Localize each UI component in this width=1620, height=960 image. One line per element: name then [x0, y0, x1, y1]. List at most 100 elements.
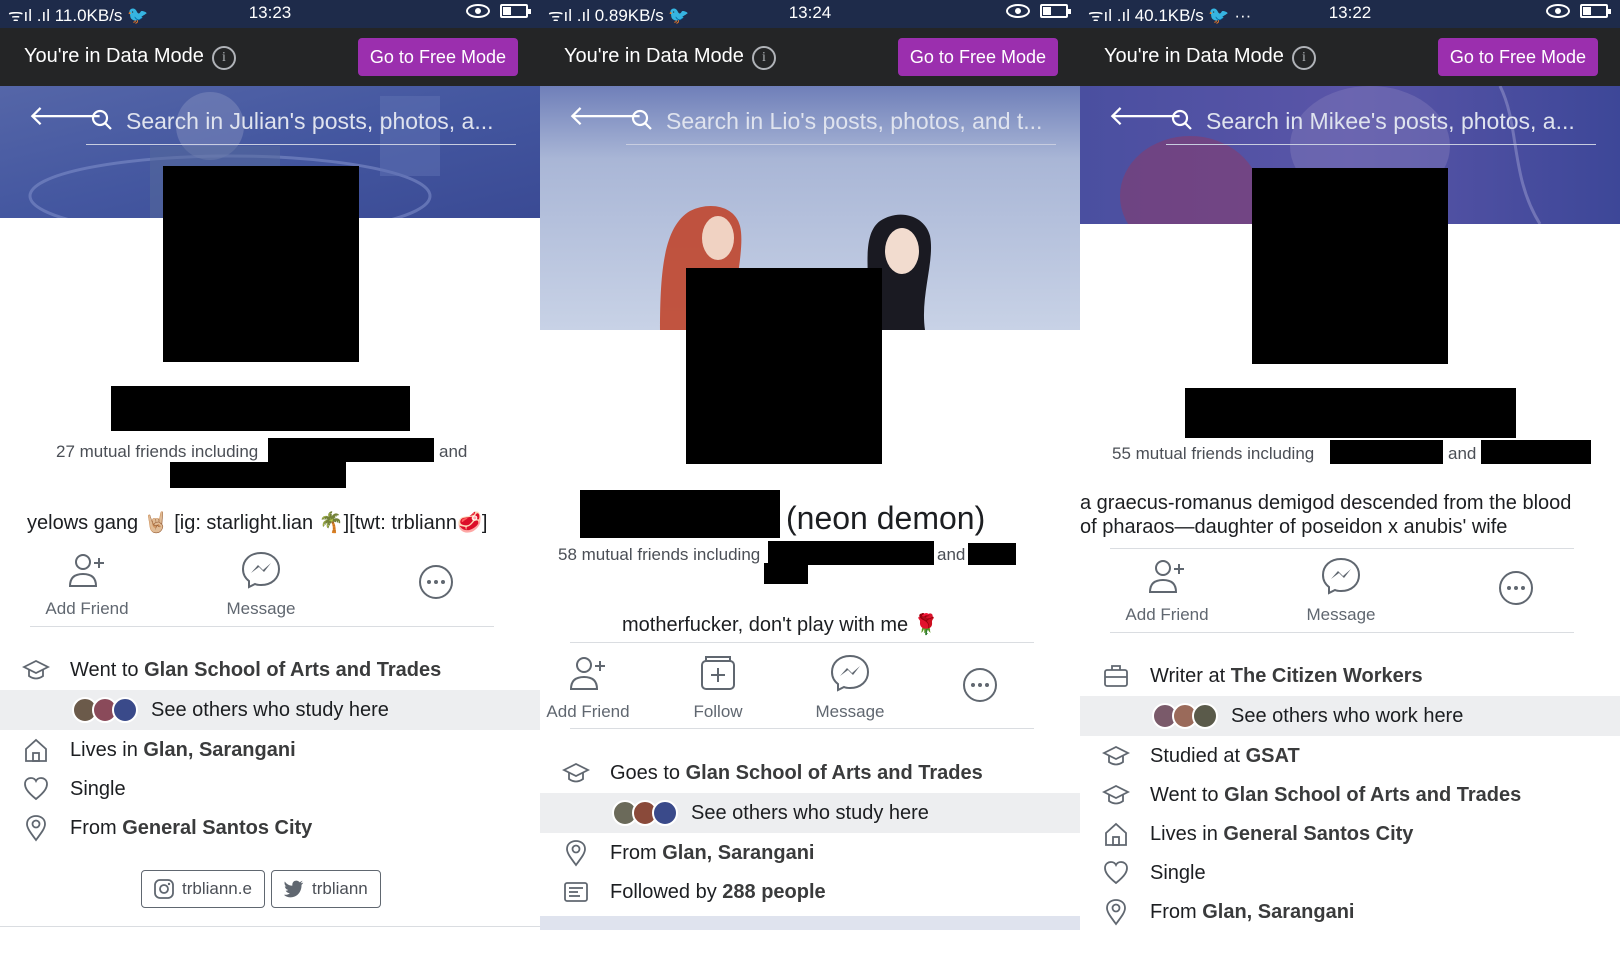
profile-search-bar[interactable]: 🡐 Search in Lio's posts, photos, and t..…: [540, 86, 1080, 148]
mutual-friend-redacted: [764, 563, 808, 584]
see-others-text[interactable]: See others who study here: [691, 802, 929, 825]
message-label: Message: [815, 702, 885, 721]
lives-in-row[interactable]: Lives in General Santos City: [1080, 814, 1620, 854]
divider: [30, 626, 494, 627]
status-bar: ᯤıl .ıl 40.1KB/s 🐦 ··· 13:22: [1080, 0, 1620, 28]
workplace-link[interactable]: The Citizen Workers: [1231, 665, 1423, 687]
city-link[interactable]: Glan, Sarangani: [143, 739, 295, 761]
message-button[interactable]: Message: [802, 653, 898, 722]
message-button[interactable]: Message: [204, 550, 318, 619]
message-button[interactable]: Message: [1284, 556, 1398, 625]
profile-panel-1: ᯤıl .ıl 11.0KB/s 🐦 13:23 You're in Data …: [0, 0, 540, 960]
mutual-friend-redacted: [1330, 440, 1443, 464]
followers-count[interactable]: 288 people: [722, 881, 825, 903]
add-friend-button[interactable]: Add Friend: [540, 653, 636, 722]
work-row[interactable]: Writer at The Citizen Workers: [1080, 656, 1620, 696]
search-input[interactable]: Search in Mikee's posts, photos, a...: [1206, 108, 1596, 135]
twitter-handle: trbliann: [312, 879, 368, 898]
city-link[interactable]: General Santos City: [1223, 823, 1413, 845]
more-options-icon: [1494, 568, 1538, 608]
education-row[interactable]: Went to Glan School of Arts and Trades: [0, 650, 540, 690]
from-row[interactable]: From Glan, Sarangani: [1080, 892, 1620, 932]
coworkers-avatars: [1152, 703, 1218, 729]
mutual-friends-text[interactable]: 55 mutual friends including: [1112, 444, 1314, 464]
see-others-row[interactable]: See others who work here: [1080, 696, 1620, 736]
from-row[interactable]: From Glan, Sarangani: [540, 833, 1080, 873]
clock: 13:22: [1328, 3, 1372, 22]
search-input[interactable]: Search in Lio's posts, photos, and t...: [666, 108, 1056, 135]
hometown-link[interactable]: Glan, Sarangani: [1202, 901, 1354, 923]
mutual-friends-text[interactable]: 58 mutual friends including: [558, 545, 760, 565]
add-friend-button[interactable]: Add Friend: [30, 550, 144, 619]
add-friend-icon: [1145, 556, 1189, 596]
see-others-text[interactable]: See others who study here: [151, 699, 389, 722]
message-label: Message: [1306, 605, 1376, 624]
info-icon[interactable]: i: [212, 46, 236, 70]
twitter-link-button[interactable]: trbliann: [271, 870, 381, 908]
relationship-status: Single: [1150, 862, 1206, 884]
mutual-and-text: and: [937, 545, 966, 564]
lives-in-row[interactable]: Lives in Glan, Sarangani: [0, 730, 540, 770]
go-to-free-mode-button[interactable]: Go to Free Mode: [897, 38, 1058, 76]
data-mode-text: You're in Data Mode: [24, 45, 204, 67]
education-row[interactable]: Went to Glan School of Arts and Trades: [1080, 775, 1620, 815]
messenger-icon: [239, 550, 283, 590]
mutual-and-text: and: [439, 442, 468, 461]
see-others-row[interactable]: See others who study here: [0, 690, 540, 730]
add-friend-label: Add Friend: [1125, 605, 1209, 624]
status-bar: ᯤıl .ıl 11.0KB/s 🐦 13:23: [0, 0, 540, 28]
hometown-link[interactable]: General Santos City: [122, 817, 312, 839]
back-arrow-icon[interactable]: 🡐: [568, 102, 643, 130]
college-link[interactable]: GSAT: [1246, 745, 1300, 767]
see-others-text[interactable]: See others who work here: [1231, 705, 1463, 728]
from-row[interactable]: From General Santos City: [0, 808, 540, 848]
instagram-link-button[interactable]: trbliann.e: [141, 870, 265, 908]
eye-icon: [1006, 4, 1030, 18]
clock: 13:23: [248, 3, 292, 22]
more-options-button[interactable]: [1492, 568, 1540, 617]
status-bar: ᯤıl .ıl 0.89KB/s 🐦 13:24: [540, 0, 1080, 28]
profile-name-redacted: [1185, 388, 1516, 438]
studied-row[interactable]: Studied at GSAT: [1080, 736, 1620, 776]
location-pin-icon: [1102, 898, 1130, 926]
profile-picture-redacted[interactable]: [1252, 168, 1448, 364]
school-link[interactable]: Glan School of Arts and Trades: [1224, 784, 1521, 806]
add-friend-icon: [566, 653, 610, 693]
profile-name-redacted: [111, 386, 410, 431]
messenger-icon: [828, 653, 872, 693]
go-to-free-mode-button[interactable]: Go to Free Mode: [1437, 38, 1598, 76]
section-divider: [540, 916, 1080, 930]
classmates-avatars: [72, 697, 138, 723]
education-row[interactable]: Goes to Glan School of Arts and Trades: [540, 753, 1080, 793]
divider: [570, 728, 1034, 729]
add-friend-button[interactable]: Add Friend: [1110, 556, 1224, 625]
more-options-button[interactable]: [412, 562, 460, 611]
back-arrow-icon[interactable]: 🡐: [28, 102, 103, 130]
school-link[interactable]: Glan School of Arts and Trades: [686, 762, 983, 784]
profile-bio: motherfucker, don't play with me 🌹: [622, 614, 939, 636]
see-others-row[interactable]: See others who study here: [540, 793, 1080, 833]
school-link[interactable]: Glan School of Arts and Trades: [144, 659, 441, 681]
heart-icon: [22, 775, 50, 803]
hometown-link[interactable]: Glan, Sarangani: [662, 842, 814, 864]
info-icon[interactable]: i: [1292, 46, 1316, 70]
profile-picture-redacted[interactable]: [163, 166, 359, 362]
follow-button[interactable]: Follow: [680, 653, 756, 722]
mutual-friends-text[interactable]: 27 mutual friends including: [56, 442, 258, 462]
graduation-cap-icon: [562, 759, 590, 787]
search-input[interactable]: Search in Julian's posts, photos, a...: [126, 108, 516, 135]
search-icon: [630, 108, 654, 132]
back-arrow-icon[interactable]: 🡐: [1108, 102, 1183, 130]
profile-picture-redacted[interactable]: [686, 268, 882, 464]
info-icon[interactable]: i: [752, 46, 776, 70]
mutual-friend-redacted: [968, 543, 1016, 565]
battery-icon: [500, 4, 531, 18]
data-mode-text: You're in Data Mode: [564, 45, 744, 67]
data-mode-bar: You're in Data Mode i Go to Free Mode: [0, 28, 540, 86]
followers-row[interactable]: Followed by 288 people: [540, 872, 1080, 912]
go-to-free-mode-button[interactable]: Go to Free Mode: [357, 38, 518, 76]
profile-search-bar[interactable]: 🡐 Search in Mikee's posts, photos, a...: [1080, 86, 1620, 148]
more-options-button[interactable]: [956, 665, 1004, 714]
profile-search-bar[interactable]: 🡐 Search in Julian's posts, photos, a...: [0, 86, 540, 148]
graduation-cap-icon: [1102, 742, 1130, 770]
